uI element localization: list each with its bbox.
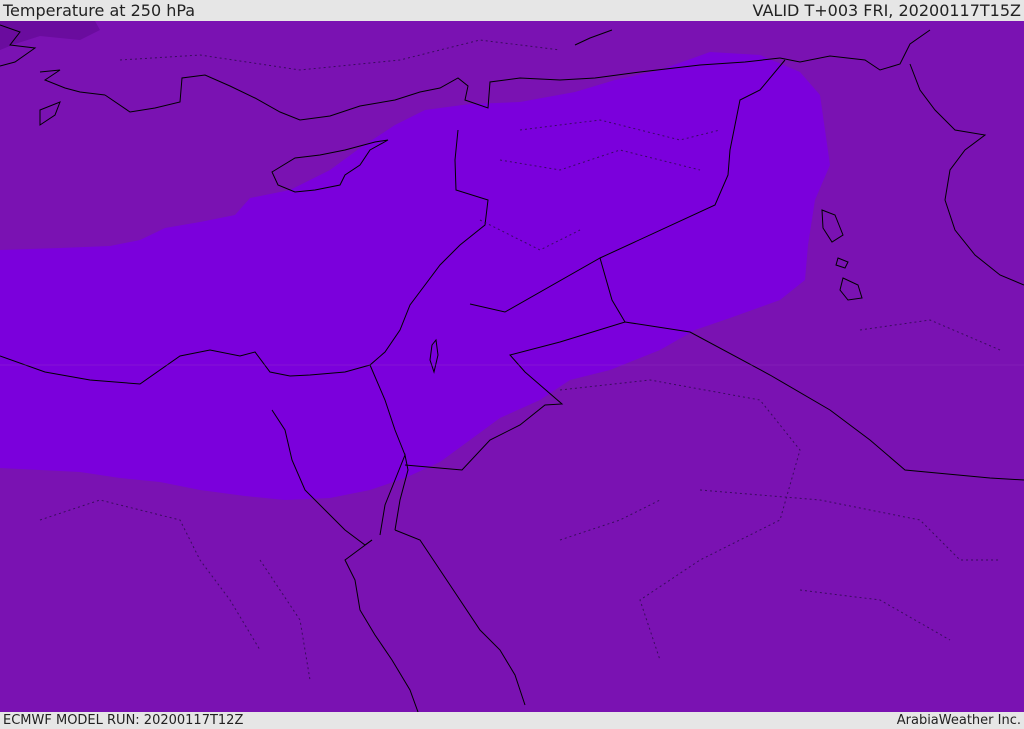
weather-map[interactable]	[0, 21, 1024, 712]
cooler-notch-north	[430, 21, 470, 104]
map-frame: Temperature at 250 hPa VALID T+003 FRI, …	[0, 0, 1024, 729]
map-title: Temperature at 250 hPa	[3, 1, 196, 20]
footer-bar: ECMWF MODEL RUN: 20200117T12Z ArabiaWeat…	[0, 712, 1024, 729]
valid-time-label: VALID T+003 FRI, 20200117T15Z	[752, 1, 1021, 20]
title-bar: Temperature at 250 hPa VALID T+003 FRI, …	[0, 0, 1024, 21]
credit-label: ArabiaWeather Inc.	[896, 713, 1021, 728]
model-run-label: ECMWF MODEL RUN: 20200117T12Z	[3, 713, 244, 728]
